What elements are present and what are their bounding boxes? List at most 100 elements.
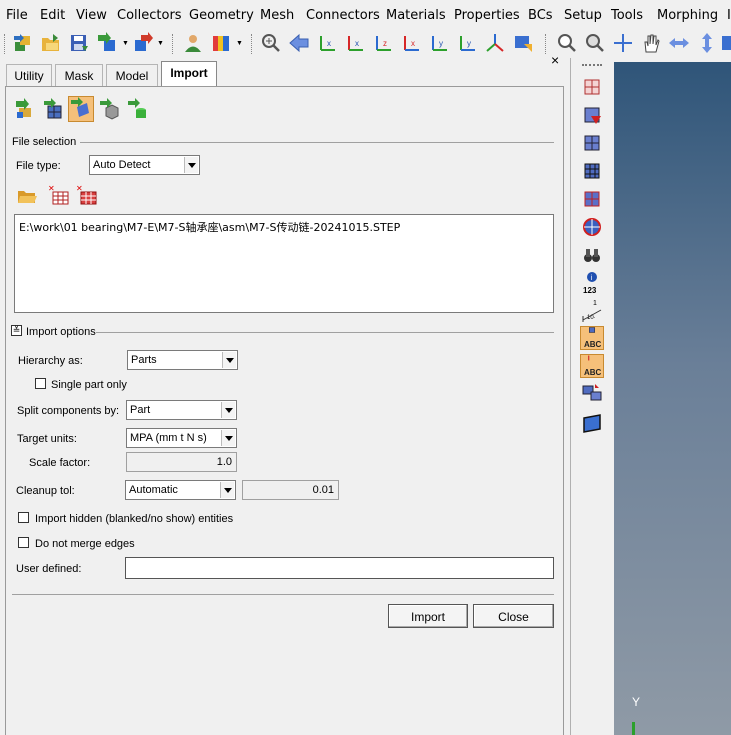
target-circle-icon[interactable]	[581, 216, 603, 238]
remove-all-files-icon[interactable]: ✕	[76, 184, 98, 206]
mesh-move-icon[interactable]	[581, 382, 603, 404]
abc-selected-icon[interactable]: ABC	[580, 326, 604, 350]
import-fe-icon[interactable]	[42, 98, 64, 120]
single-part-checkbox[interactable]	[35, 378, 46, 389]
menu-collectors[interactable]: Collectors	[117, 8, 182, 23]
file-type-label: File type:	[16, 160, 61, 172]
tab-model[interactable]: Model	[106, 64, 158, 86]
hand-icon[interactable]	[640, 32, 662, 54]
tab-utility[interactable]: Utility	[6, 64, 52, 86]
menu-materials[interactable]: Materials	[386, 8, 446, 23]
rotate-z-right-icon[interactable]: x	[400, 32, 422, 54]
abc-arrow-icon[interactable]: ABC	[580, 354, 604, 378]
toolbar-separator	[172, 34, 174, 54]
menu-edit[interactable]: Edit	[40, 8, 65, 23]
color-palette-icon[interactable]	[210, 32, 232, 54]
graphics-viewport[interactable]: Y	[614, 62, 731, 735]
import-model-icon[interactable]	[14, 98, 36, 120]
menu-connectors[interactable]: Connectors	[306, 8, 380, 23]
palette-dropdown-icon[interactable]: ▼	[236, 40, 243, 47]
file-type-value: Auto Detect	[93, 159, 151, 171]
export-icon[interactable]	[132, 32, 154, 54]
mesh-blue-icon[interactable]	[581, 132, 603, 154]
bottom-divider	[12, 594, 554, 595]
menu-tools[interactable]: Tools	[611, 8, 643, 23]
rotate-xyz-icon[interactable]	[484, 32, 506, 54]
rotate-y-right-icon[interactable]: y	[456, 32, 478, 54]
toolbar-grip	[4, 34, 6, 54]
panel-border-right	[563, 86, 564, 735]
import-geometry-selected-icon[interactable]	[68, 96, 94, 122]
tab-mask[interactable]: Mask	[55, 64, 103, 86]
menu-file[interactable]: File	[6, 8, 28, 23]
import-dropdown-icon[interactable]: ▼	[122, 40, 129, 47]
mesh-red-arrow-icon[interactable]	[581, 104, 603, 126]
import-hidden-label: Import hidden (blanked/no show) entities	[35, 513, 234, 525]
import-solid-icon[interactable]	[98, 98, 120, 120]
menu-bcs[interactable]: BCs	[528, 8, 553, 23]
hierarchy-select[interactable]: Parts	[127, 350, 238, 370]
export-dropdown-icon[interactable]: ▼	[157, 40, 164, 47]
rotate-y-left-icon[interactable]: y	[428, 32, 450, 54]
zoom-out-icon[interactable]	[584, 32, 606, 54]
no-merge-edges-checkbox[interactable]	[18, 537, 29, 548]
arrow-left-icon[interactable]	[288, 32, 310, 54]
axis-y-label: Y	[632, 695, 641, 709]
import-button[interactable]: Import	[388, 604, 468, 628]
vertical-arrows-icon[interactable]	[696, 32, 718, 54]
zoom-window-icon[interactable]	[260, 32, 282, 54]
file-path-list[interactable]: E:\work\01 bearing\M7-E\M7-S轴承座\asm\M7-S…	[14, 214, 554, 313]
open-folder-icon[interactable]	[16, 184, 38, 206]
chevron-down-icon	[184, 157, 198, 173]
pan-cross-icon[interactable]	[612, 32, 634, 54]
toolbar-overflow-icon[interactable]	[722, 32, 731, 54]
cleanup-tol-number: 0.01	[312, 484, 334, 496]
open-model-icon[interactable]	[40, 32, 62, 54]
svg-text:✕: ✕	[48, 184, 55, 193]
rotate-x-right-icon[interactable]: x	[344, 32, 366, 54]
svg-text:i: i	[591, 274, 593, 282]
cleanup-tol-select[interactable]: Automatic	[125, 480, 236, 500]
rotate-z-left-icon[interactable]: z	[372, 32, 394, 54]
user-defined-input[interactable]	[125, 557, 554, 579]
close-button-label: Close	[498, 610, 529, 624]
menu-mesh[interactable]: Mesh	[260, 8, 294, 23]
save-icon[interactable]	[68, 32, 90, 54]
file-path-item[interactable]: E:\work\01 bearing\M7-E\M7-S轴承座\asm\M7-S…	[19, 221, 400, 234]
shaded-mesh-icon[interactable]	[581, 76, 603, 98]
fit-view-icon[interactable]	[512, 32, 534, 54]
remove-file-icon[interactable]: ✕	[48, 184, 70, 206]
horizontal-arrows-icon[interactable]	[668, 32, 690, 54]
close-button[interactable]: Close	[473, 604, 554, 628]
target-units-select[interactable]: MPA (mm t N s)	[126, 428, 237, 448]
scale-factor-field: 1.0	[126, 452, 237, 472]
import-connectors-icon[interactable]	[126, 98, 148, 120]
rotate-x-left-icon[interactable]: x	[316, 32, 338, 54]
file-type-select[interactable]: Auto Detect	[89, 155, 200, 175]
mesh-red-icon[interactable]	[581, 188, 603, 210]
import-hidden-checkbox[interactable]	[18, 512, 29, 523]
panel-close-icon[interactable]: ×	[551, 52, 559, 68]
menu-overflow[interactable]: I	[727, 8, 731, 23]
zoom-in-icon[interactable]	[556, 32, 578, 54]
binoculars-icon[interactable]	[581, 244, 603, 266]
menu-morphing[interactable]: Morphing	[657, 8, 718, 23]
menu-setup[interactable]: Setup	[564, 8, 602, 23]
tab-import[interactable]: Import	[161, 61, 217, 87]
menu-properties[interactable]: Properties	[454, 8, 520, 23]
cleanup-tol-field: 0.01	[242, 480, 339, 500]
menu-view[interactable]: View	[76, 8, 107, 23]
import-icon[interactable]	[96, 32, 118, 54]
user-profile-icon[interactable]	[182, 32, 204, 54]
scale-bottom-label: 10·	[587, 315, 596, 321]
menu-geometry[interactable]: Geometry	[189, 8, 254, 23]
mesh-wire-icon[interactable]	[581, 160, 603, 182]
collapse-options-icon[interactable]: ≚	[11, 325, 22, 336]
tab-mask-label: Mask	[64, 69, 94, 83]
svg-text:x: x	[355, 39, 359, 48]
import-geometry-icon[interactable]	[12, 32, 34, 54]
tab-import-label: Import	[170, 66, 208, 80]
split-components-select[interactable]: Part	[126, 400, 237, 420]
import-options-header: Import options	[26, 326, 96, 338]
plane-icon[interactable]	[581, 412, 603, 434]
